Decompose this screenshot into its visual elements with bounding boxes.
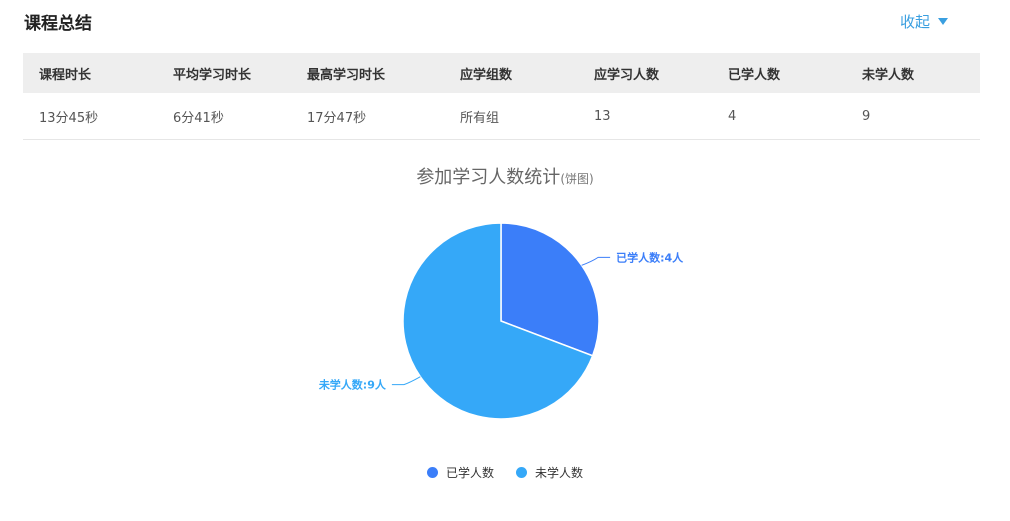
pie-slice-learned-leader-line <box>581 256 611 266</box>
legend-item-learned[interactable]: 已学人数 <box>426 464 494 481</box>
pie-label-unlearned: 未学人数:9人 <box>318 378 387 392</box>
legend-label-learned: 已学人数 <box>445 466 494 480</box>
legend-dot-learned-icon <box>426 467 438 478</box>
legend-item-unlearned[interactable]: 未学人数 <box>516 464 583 481</box>
legend-label-unlearned: 未学人数 <box>535 466 584 480</box>
pie-label-learned: 已学人数:4人 <box>616 250 684 264</box>
chart-legend: 已学人数 未学人数 <box>0 464 1010 481</box>
pie-chart: 已学人数:4人未学人数:9人 <box>318 222 684 420</box>
pie-slice-unlearned-leader-line <box>391 376 421 386</box>
legend-dot-unlearned-icon <box>516 467 527 478</box>
